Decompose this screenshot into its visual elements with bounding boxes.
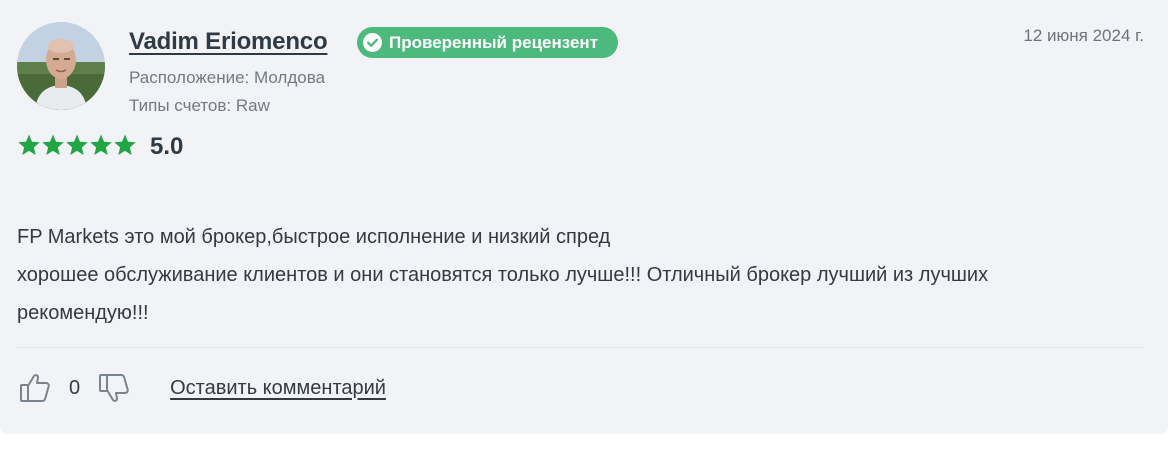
like-count: 0 [69,376,81,399]
review-text-line: FP Markets это мой брокер,быстрое исполн… [17,226,611,248]
thumbs-down-icon [99,374,129,402]
star-icon [114,134,136,155]
rating: 5.0 [17,130,183,160]
review-text: FP Markets это мой брокер,быстрое исполн… [17,218,1157,332]
review-text-line: хорошее обслуживание клиентов и они стан… [17,264,989,286]
rating-value: 5.0 [150,133,184,160]
thumbs-up-icon [20,374,50,402]
check-circle-icon [363,33,382,52]
star-icon [66,134,88,155]
review-actions: 0 Оставить комментарий [17,370,386,406]
avatar[interactable] [17,22,105,110]
review-text-line: рекомендую!!! [17,302,149,324]
star-icon [90,134,112,155]
avatar-photo [17,22,105,110]
review-card: Vadim Eriomenco Проверенный рецензент 12… [0,0,1168,434]
like-button[interactable] [17,370,53,406]
verified-badge-label: Проверенный рецензент [389,32,599,52]
star-rating [17,133,137,157]
reviewer-location: Расположение: Молдова [129,68,326,87]
dislike-button[interactable] [96,370,132,406]
verified-reviewer-badge: Проверенный рецензент [357,27,619,58]
divider [17,347,1144,348]
reviewer-account-types: Типы счетов: Raw [129,96,270,115]
reviewer-name[interactable]: Vadim Eriomenco [129,28,328,56]
review-date: 12 июня 2024 г. [1023,26,1144,45]
star-icon [42,134,64,155]
star-icon [18,134,40,155]
leave-comment-link[interactable]: Оставить комментарий [170,377,386,400]
